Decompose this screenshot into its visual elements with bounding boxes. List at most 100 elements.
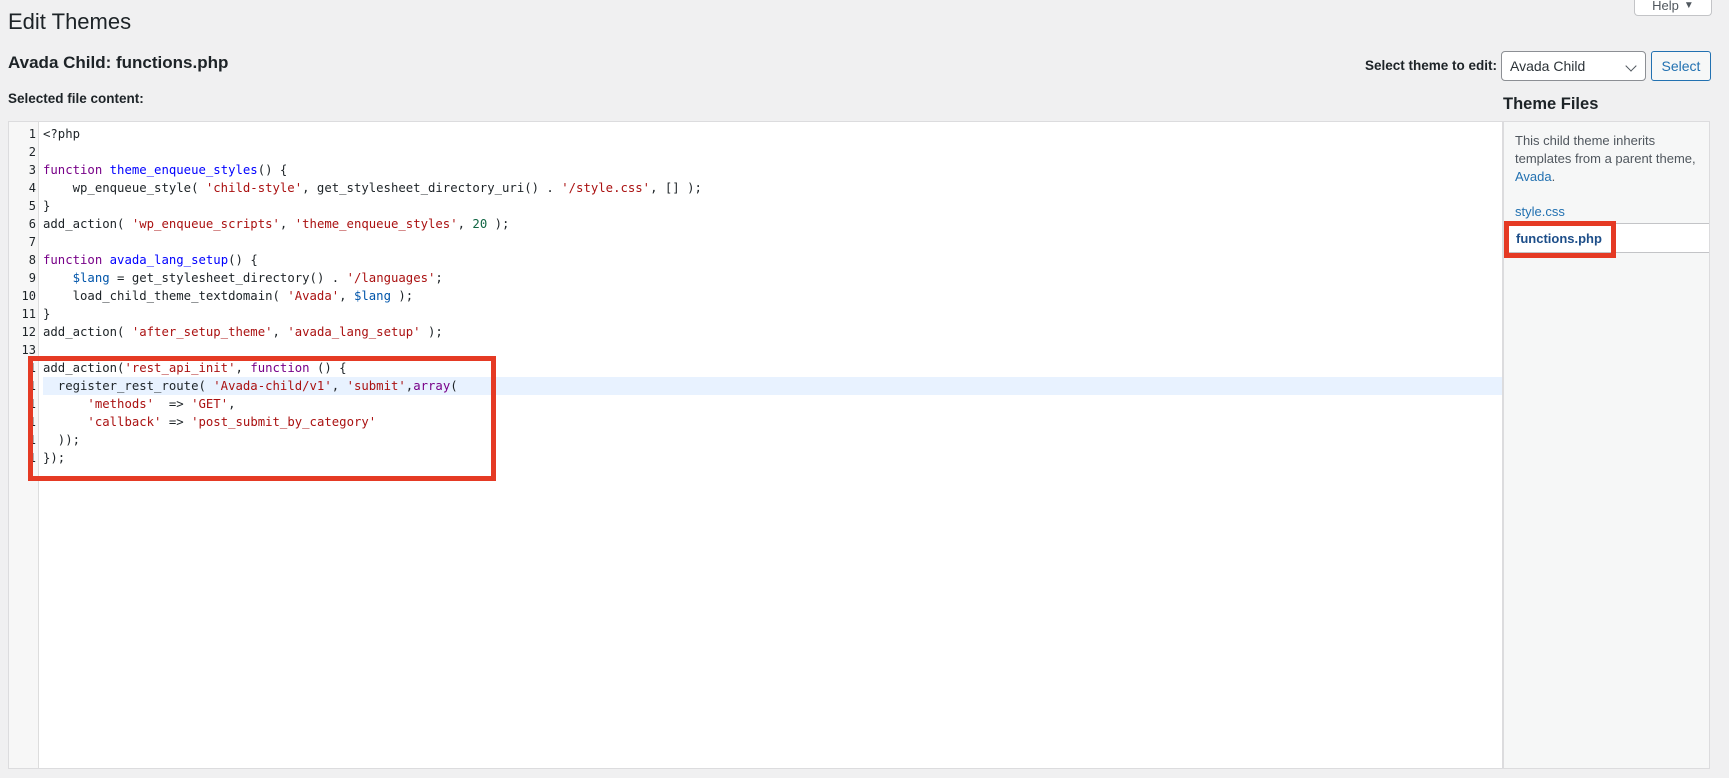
code-token: register_rest_route( xyxy=(43,379,214,393)
code-token: , xyxy=(457,217,473,231)
line-number: 13 xyxy=(21,343,36,357)
code-line[interactable]: wp_enqueue_style( 'child-style', get_sty… xyxy=(43,179,1502,197)
code-token: wp_enqueue_style( xyxy=(43,181,206,195)
code-token: , xyxy=(331,379,347,393)
code-token: } xyxy=(43,307,51,321)
help-button[interactable]: Help ▼ xyxy=(1634,0,1712,16)
line-number-gutter: 1 2 3 4 5 6 7 8 9 10 11 12 13 1 1 1 1 1 1 xyxy=(9,122,39,768)
code-token: $lang xyxy=(353,289,391,303)
code-line[interactable]: add_action('rest_api_init', function () … xyxy=(43,359,1502,377)
code-token: ); xyxy=(420,325,443,339)
code-token: => xyxy=(161,415,192,429)
code-token: , xyxy=(235,361,251,375)
code-line[interactable] xyxy=(43,143,1502,161)
code-token: , xyxy=(279,217,295,231)
code-token: theme_enqueue_styles xyxy=(109,163,258,177)
code-token: 'callback' xyxy=(87,415,162,429)
theme-select-value: Avada Child xyxy=(1510,58,1586,74)
code-token: '/languages' xyxy=(346,271,436,285)
line-number: 12 xyxy=(21,325,36,339)
code-token: () { xyxy=(228,253,258,267)
code-token: } xyxy=(43,199,51,213)
code-line[interactable] xyxy=(43,341,1502,359)
line-number: 1 xyxy=(28,433,36,447)
code-token: }); xyxy=(43,451,66,465)
code-line[interactable]: <?php xyxy=(43,125,1502,143)
line-number: 3 xyxy=(28,163,36,177)
line-number: 10 xyxy=(21,289,36,303)
line-number: 1 xyxy=(28,361,36,375)
code-line[interactable]: 'methods' => 'GET', xyxy=(43,395,1502,413)
code-token: ; xyxy=(435,271,443,285)
parent-theme-link[interactable]: Avada xyxy=(1515,169,1552,184)
code-line[interactable]: } xyxy=(43,197,1502,215)
code-line[interactable]: function theme_enqueue_styles() { xyxy=(43,161,1502,179)
line-number: 1 xyxy=(28,415,36,429)
code-token: , xyxy=(272,325,288,339)
code-line[interactable]: add_action( 'after_setup_theme', 'avada_… xyxy=(43,323,1502,341)
help-label: Help xyxy=(1652,0,1679,13)
code-token: 'wp_enqueue_scripts' xyxy=(131,217,280,231)
code-line[interactable]: } xyxy=(43,305,1502,323)
theme-files-sidebar: This child theme inherits templates from… xyxy=(1503,121,1710,769)
line-number: 1 xyxy=(28,397,36,411)
code-line[interactable]: function avada_lang_setup() { xyxy=(43,251,1502,269)
code-line[interactable]: )); xyxy=(43,431,1502,449)
code-token: => xyxy=(154,397,192,411)
file-content-label: Selected file content: xyxy=(8,91,144,106)
line-number: 6 xyxy=(28,217,36,231)
code-token: 'theme_enqueue_styles' xyxy=(294,217,458,231)
code-token: , xyxy=(228,397,236,411)
code-token: 'avada_lang_setup' xyxy=(287,325,421,339)
theme-select-dropdown[interactable]: Avada Child xyxy=(1501,51,1646,81)
code-token: , xyxy=(339,289,354,303)
code-token: ); xyxy=(487,217,510,231)
theme-files-title: Theme Files xyxy=(1503,95,1599,113)
code-token: load_child_theme_textdomain( xyxy=(43,289,288,303)
code-token: 'Avada' xyxy=(287,289,340,303)
code-line[interactable] xyxy=(43,233,1502,251)
line-number: 1 xyxy=(28,379,36,393)
code-token: )); xyxy=(43,433,81,447)
code-line[interactable]: add_action( 'wp_enqueue_scripts', 'theme… xyxy=(43,215,1502,233)
code-token: 'post_submit_by_category' xyxy=(191,415,377,429)
theme-select-label: Select theme to edit: xyxy=(1365,58,1498,73)
line-number: 2 xyxy=(28,145,36,159)
code-token: $lang xyxy=(72,271,110,285)
page-title: Edit Themes xyxy=(8,9,132,34)
code-token: 'after_setup_theme' xyxy=(131,325,273,339)
code-token: <?php xyxy=(43,127,81,141)
code-token: 'child-style' xyxy=(205,181,303,195)
line-number: 4 xyxy=(28,181,36,195)
code-token: add_action( xyxy=(43,361,125,375)
line-number: 7 xyxy=(28,235,36,249)
line-number: 9 xyxy=(28,271,36,285)
code-editor[interactable]: 1 2 3 4 5 6 7 8 9 10 11 12 13 1 1 1 1 1 1 <?php function th… xyxy=(8,121,1503,769)
code-token: () { xyxy=(309,361,347,375)
code-token: = get_stylesheet_directory() . xyxy=(109,271,347,285)
file-link-functions-php[interactable]: functions.php xyxy=(1516,230,1602,248)
code-line[interactable]: load_child_theme_textdomain( 'Avada', $l… xyxy=(43,287,1502,305)
code-token: add_action( xyxy=(43,217,132,231)
code-token: 'GET' xyxy=(191,397,229,411)
file-heading: Avada Child: functions.php xyxy=(8,53,229,72)
code-line[interactable]: register_rest_route( 'Avada-child/v1', '… xyxy=(43,377,1502,395)
caret-down-icon: ▼ xyxy=(1683,0,1694,11)
file-link-style-css[interactable]: style.css xyxy=(1515,203,1565,221)
code-token: 'rest_api_init' xyxy=(124,361,236,375)
code-line[interactable]: }); xyxy=(43,449,1502,467)
line-number: 5 xyxy=(28,199,36,213)
code-line[interactable]: 'callback' => 'post_submit_by_category' xyxy=(43,413,1502,431)
file-item-current[interactable]: functions.php xyxy=(1504,223,1709,253)
code-token: function xyxy=(43,253,110,267)
select-theme-button[interactable]: Select xyxy=(1651,51,1711,81)
code-token: () { xyxy=(257,163,288,177)
line-number: 1 xyxy=(28,451,36,465)
code-token: ( xyxy=(450,379,458,393)
code-line[interactable]: $lang = get_stylesheet_directory() . '/l… xyxy=(43,269,1502,287)
code-token: , [] ); xyxy=(650,181,702,195)
chevron-down-icon xyxy=(1625,60,1637,72)
